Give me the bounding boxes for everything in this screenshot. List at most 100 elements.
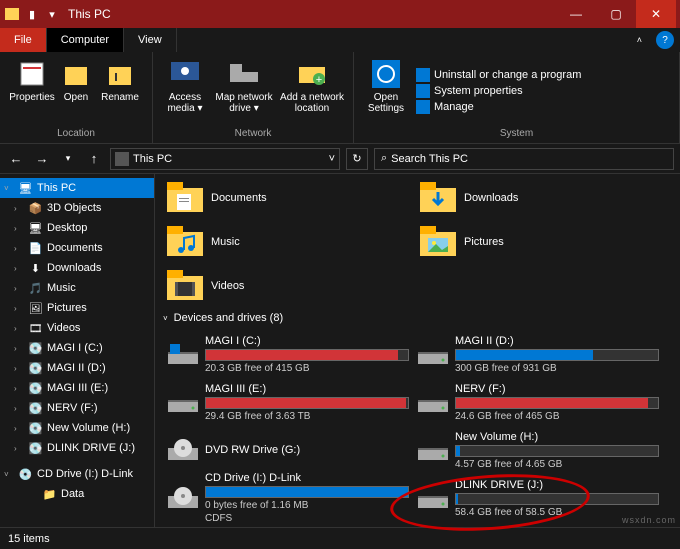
folder-icon: [420, 226, 456, 258]
sidebar-item[interactable]: ›💽MAGI III (E:): [0, 378, 154, 398]
drive-name: MAGI II (D:): [455, 335, 659, 347]
sidebar-item[interactable]: ›📦3D Objects: [0, 198, 154, 218]
drive-icon: [417, 484, 449, 512]
item-icon: 🖼: [28, 301, 43, 316]
sidebar-item[interactable]: ›🖥Desktop: [0, 218, 154, 238]
drive-usage-bar: [455, 349, 659, 361]
folder-item[interactable]: Documents: [163, 178, 408, 218]
search-placeholder: Search This PC: [391, 153, 468, 165]
sidebar-item[interactable]: ›🖼Pictures: [0, 298, 154, 318]
sidebar-item[interactable]: ›💽New Volume (H:): [0, 418, 154, 438]
sidebar-item[interactable]: ›💽NERV (F:): [0, 398, 154, 418]
item-icon: 🎞: [28, 321, 43, 336]
search-icon: ⌕: [381, 152, 387, 165]
main-content: DocumentsDownloadsMusicPicturesVideos ˅D…: [155, 174, 680, 527]
drive-name: New Volume (H:): [455, 431, 659, 443]
sidebar-item[interactable]: ›⬇Downloads: [0, 258, 154, 278]
ribbon-tabs: File Computer View ˄ ?: [0, 28, 680, 52]
access-media-button[interactable]: Access media ▾: [161, 56, 209, 126]
forward-button[interactable]: →: [32, 149, 52, 169]
drive-item[interactable]: MAGI I (C:)20.3 GB free of 415 GB: [163, 330, 413, 378]
refresh-button[interactable]: ↻: [346, 148, 368, 170]
item-icon: 📄: [28, 241, 43, 256]
sidebar-item-data[interactable]: 📁Data: [0, 484, 154, 504]
status-bar: 15 items: [0, 527, 680, 549]
sidebar-item[interactable]: ›💽MAGI II (D:): [0, 358, 154, 378]
sidebar-item-cddrive[interactable]: ˅💿CD Drive (I:) D-Link: [0, 464, 154, 484]
uninstall-button[interactable]: Uninstall or change a program: [416, 68, 581, 82]
recent-button[interactable]: ▾: [58, 149, 78, 169]
sidebar-item[interactable]: ›📄Documents: [0, 238, 154, 258]
folder-item[interactable]: Pictures: [416, 222, 661, 262]
back-button[interactable]: ←: [6, 149, 26, 169]
section-devices[interactable]: ˅Devices and drives (8): [163, 312, 672, 324]
breadcrumb[interactable]: This PC ˅: [110, 148, 340, 170]
map-drive-button[interactable]: Map network drive ▾: [211, 56, 277, 126]
drive-name: NERV (F:): [455, 383, 659, 395]
drive-icon: [167, 388, 199, 416]
drive-icon: [167, 484, 199, 512]
folder-item[interactable]: Music: [163, 222, 408, 262]
group-location: Properties Open Rename Location: [0, 52, 153, 143]
drive-item[interactable]: NERV (F:) 24.6 GB free of 465 GB: [413, 378, 663, 426]
drive-item[interactable]: DVD RW Drive (G:): [163, 426, 413, 474]
sidebar-item-thispc[interactable]: ˅🖥This PC: [0, 178, 154, 198]
tab-computer[interactable]: Computer: [47, 28, 124, 52]
folder-icon: 📁: [42, 487, 57, 502]
drive-usage-bar: [455, 493, 659, 505]
open-settings-button[interactable]: Open Settings: [362, 56, 410, 126]
minimize-button[interactable]: —: [556, 0, 596, 28]
properties-button[interactable]: Properties: [8, 56, 56, 126]
folder-item[interactable]: Videos: [163, 266, 408, 306]
folder-item[interactable]: Downloads: [416, 178, 661, 218]
window-title: This PC: [68, 7, 111, 21]
add-location-button[interactable]: +Add a network location: [279, 56, 345, 126]
search-input[interactable]: ⌕ Search This PC: [374, 148, 674, 170]
folder-label: Pictures: [464, 236, 504, 248]
maximize-button[interactable]: ▢: [596, 0, 636, 28]
watermark: wsxdn.com: [622, 515, 676, 525]
drive-icon: [417, 340, 449, 368]
item-icon: 💽: [28, 441, 43, 456]
sidebar-item[interactable]: ›💽DLINK DRIVE (J:): [0, 438, 154, 458]
drive-name: DVD RW Drive (G:): [205, 444, 409, 456]
up-button[interactable]: ↑: [84, 149, 104, 169]
drive-item[interactable]: CD Drive (I:) D-Link0 bytes free of 1.16…: [163, 474, 413, 522]
drive-usage-bar: [205, 397, 409, 409]
svg-text:+: +: [316, 74, 322, 85]
rename-button[interactable]: Rename: [96, 56, 144, 126]
item-icon: 💽: [28, 341, 43, 356]
drive-item[interactable]: MAGI II (D:)300 GB free of 931 GB: [413, 330, 663, 378]
sidebar-item[interactable]: ›🎞Videos: [0, 318, 154, 338]
sidebar-item[interactable]: ›💽MAGI I (C:): [0, 338, 154, 358]
drive-item[interactable]: MAGI III (E:)29.4 GB free of 3.63 TB: [163, 378, 413, 426]
ribbon-collapse-icon[interactable]: ˄: [637, 35, 642, 45]
tab-file[interactable]: File: [0, 28, 47, 52]
help-button[interactable]: ?: [656, 31, 674, 49]
manage-button[interactable]: Manage: [416, 100, 581, 114]
qat-dropdown-icon[interactable]: ▾: [44, 6, 60, 22]
open-button[interactable]: Open: [58, 56, 94, 126]
drive-usage-bar: [455, 445, 659, 457]
folder-icon: [4, 6, 20, 22]
item-icon: 🖥: [28, 221, 43, 236]
chevron-down-icon: ˅: [163, 314, 168, 323]
system-properties-button[interactable]: System properties: [416, 84, 581, 98]
manage-icon: [416, 100, 430, 114]
drive-name: CD Drive (I:) D-Link: [205, 472, 409, 484]
group-system: Open Settings Uninstall or change a prog…: [354, 52, 680, 143]
ribbon: Properties Open Rename Location Access m…: [0, 52, 680, 144]
folder-label: Downloads: [464, 192, 518, 204]
drive-free: 20.3 GB free of 415 GB: [205, 363, 409, 374]
drive-usage-bar: [455, 397, 659, 409]
group-network: Access media ▾ Map network drive ▾ +Add …: [153, 52, 354, 143]
tab-view[interactable]: View: [124, 28, 177, 52]
chevron-down-icon[interactable]: ˅: [329, 153, 335, 165]
drive-free: 24.6 GB free of 465 GB: [455, 411, 659, 422]
drive-name: MAGI III (E:): [205, 383, 409, 395]
sidebar-item[interactable]: ›🎵Music: [0, 278, 154, 298]
drive-icon: [417, 436, 449, 464]
drive-item[interactable]: New Volume (H:)4.57 GB free of 4.65 GB: [413, 426, 663, 474]
close-button[interactable]: ✕: [636, 0, 676, 28]
drive-usage-bar: [205, 349, 409, 361]
